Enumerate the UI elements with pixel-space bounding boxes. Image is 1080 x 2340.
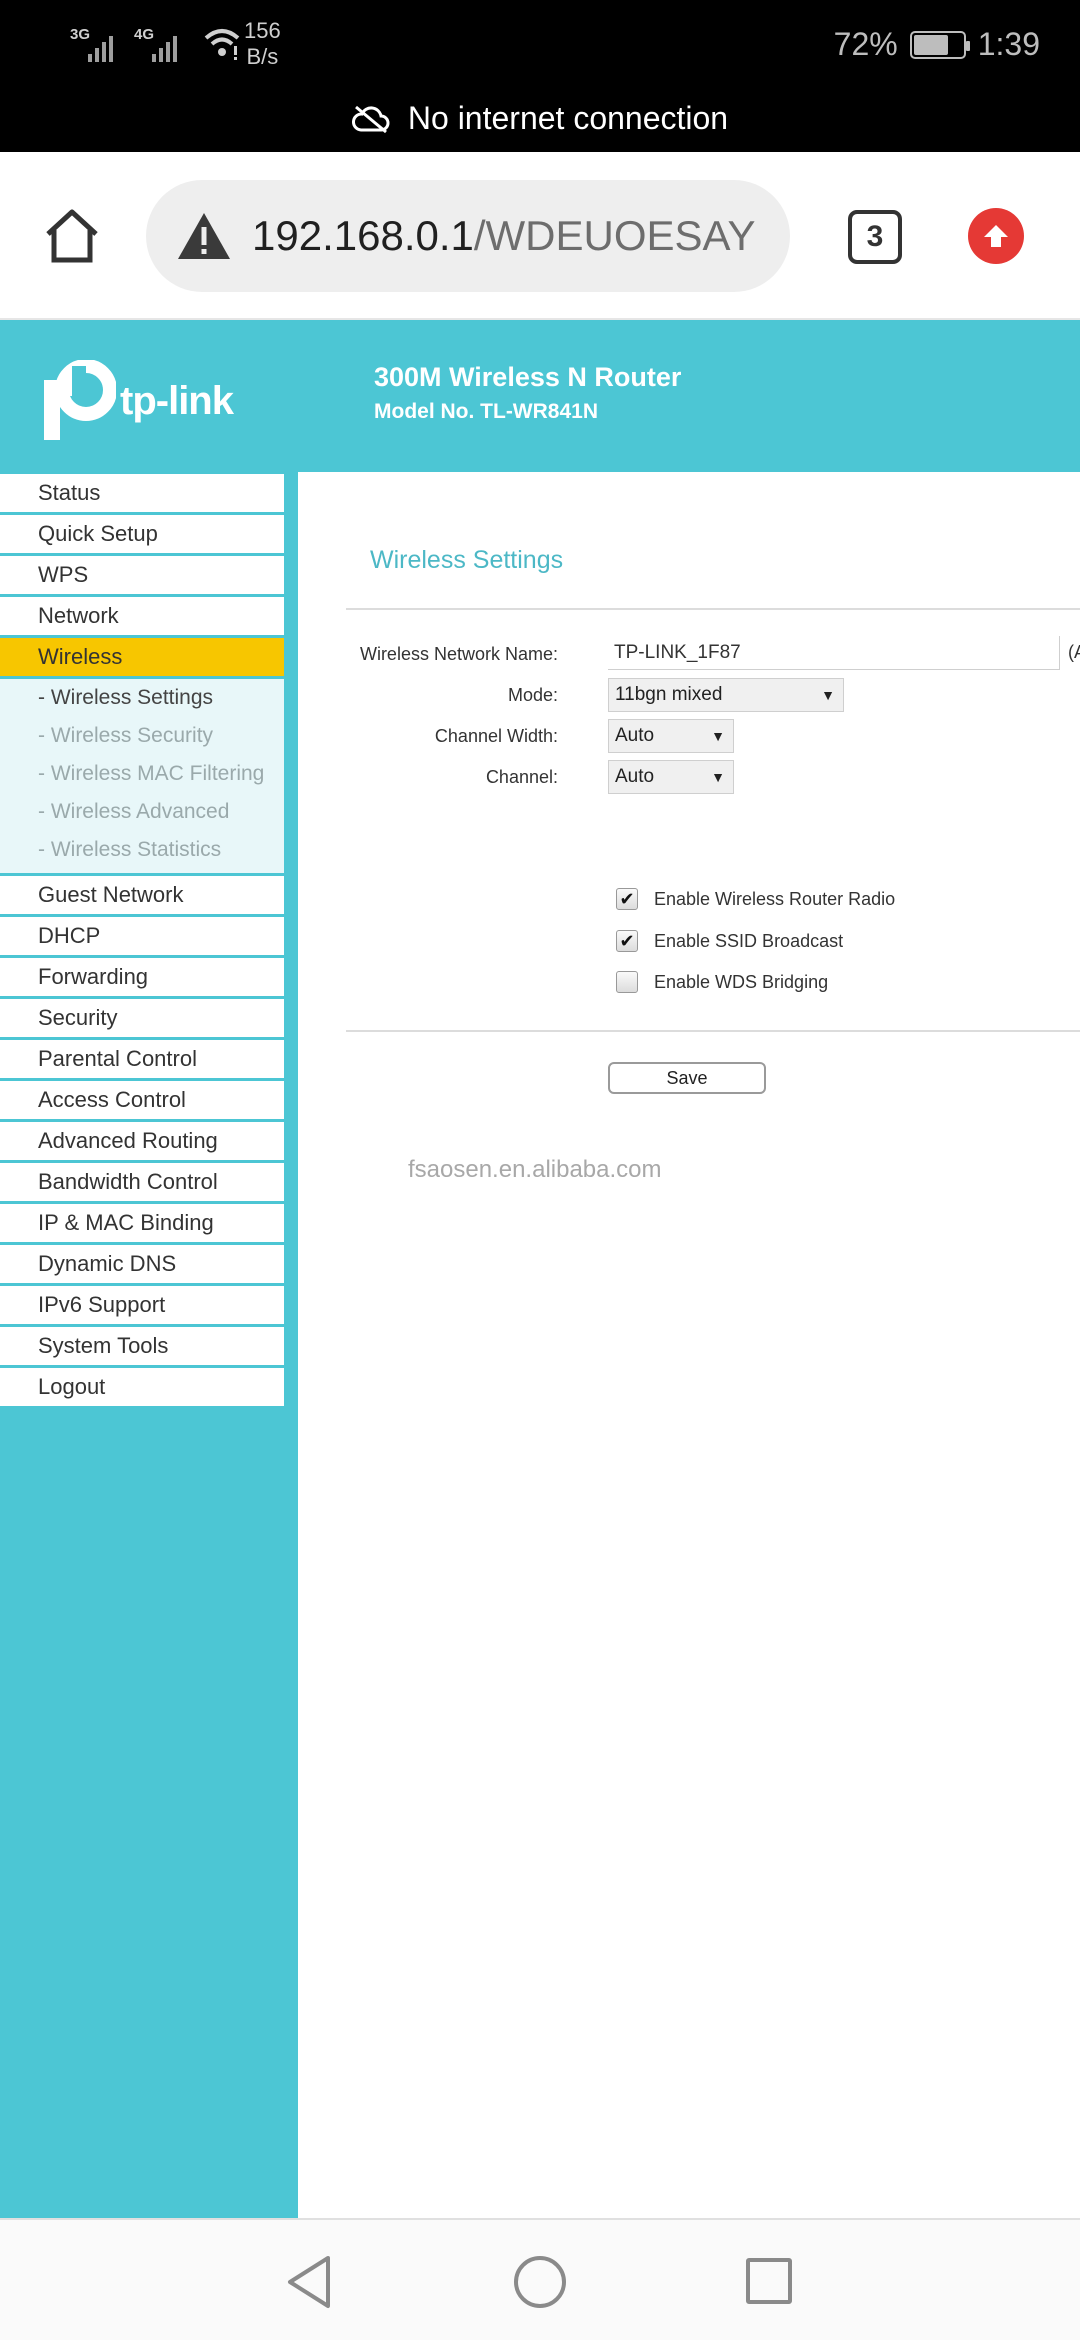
channel-width-select[interactable]: Auto ▼ bbox=[608, 719, 734, 753]
home-icon[interactable] bbox=[40, 204, 104, 268]
logo-text: tp-link bbox=[120, 378, 234, 423]
sidebar-item-wireless[interactable]: Wireless bbox=[0, 638, 284, 679]
sidebar-item-logout[interactable]: Logout bbox=[0, 1368, 284, 1409]
save-button[interactable]: Save bbox=[608, 1062, 766, 1094]
watermark: fsaosen.en.alibaba.com bbox=[408, 1156, 662, 1183]
tp-link-logo: tp-link bbox=[36, 360, 234, 442]
sidebar-item-bandwidth-control[interactable]: Bandwidth Control bbox=[0, 1163, 284, 1204]
radio-checkbox-row: ✔ Enable Wireless Router Radio bbox=[616, 888, 895, 910]
sidebar-item-guest-network[interactable]: Guest Network bbox=[0, 876, 284, 917]
sidebar: Status Quick Setup WPS Network Wireless … bbox=[0, 472, 298, 2218]
router-header: tp-link 300M Wireless N Router Model No.… bbox=[0, 320, 1080, 472]
mode-select[interactable]: 11bgn mixed ▼ bbox=[608, 678, 844, 712]
battery-fill bbox=[913, 34, 949, 55]
ssid-broadcast-checkbox-row: ✔ Enable SSID Broadcast bbox=[616, 930, 843, 952]
signal-type-label: 3G bbox=[70, 26, 91, 43]
mode-label: Mode: bbox=[507, 685, 558, 705]
sidebar-item-security[interactable]: Security bbox=[0, 999, 284, 1040]
ssid-suffix: (A bbox=[1068, 642, 1080, 662]
speed-unit: B/s bbox=[246, 44, 279, 69]
tp-link-logo-mark bbox=[44, 360, 116, 440]
ssid-broadcast-checkbox-label: Enable SSID Broadcast bbox=[654, 930, 844, 951]
subitem-wireless-advanced[interactable]: - Wireless Advanced bbox=[0, 793, 284, 831]
channel-select[interactable]: Auto ▼ bbox=[608, 760, 734, 794]
home-circle-icon[interactable] bbox=[514, 2256, 566, 2308]
sidebar-item-network[interactable]: Network bbox=[0, 597, 284, 638]
subitem-wireless-settings[interactable]: - Wireless Settings bbox=[0, 679, 284, 717]
battery-icon bbox=[909, 30, 970, 59]
dropdown-arrow-icon: ▼ bbox=[711, 769, 725, 785]
clock: 1:39 bbox=[977, 26, 1040, 62]
signal-icon: 3G bbox=[70, 22, 128, 62]
update-button[interactable] bbox=[968, 208, 1024, 264]
dropdown-arrow-icon: ▼ bbox=[711, 728, 725, 744]
ssid-label: Wireless Network Name: bbox=[359, 644, 558, 664]
cloud-off-icon bbox=[351, 105, 390, 133]
divider bbox=[346, 608, 1080, 610]
sidebar-item-wps[interactable]: WPS bbox=[0, 556, 284, 597]
sidebar-item-forwarding[interactable]: Forwarding bbox=[0, 958, 284, 999]
radio-checkbox-label: Enable Wireless Router Radio bbox=[654, 888, 896, 909]
sidebar-item-ip-mac-binding[interactable]: IP & MAC Binding bbox=[0, 1204, 284, 1245]
dropdown-arrow-icon: ▼ bbox=[821, 687, 835, 703]
update-arrow-icon bbox=[984, 225, 1008, 247]
wds-checkbox-label: Enable WDS Bridging bbox=[654, 971, 829, 992]
sidebar-item-advanced-routing[interactable]: Advanced Routing bbox=[0, 1122, 284, 1163]
mode-value: 11bgn mixed bbox=[615, 684, 723, 705]
sidebar-item-parental-control[interactable]: Parental Control bbox=[0, 1040, 284, 1081]
status-bar: 3G 4G 156 B/s 72% 1:39 No internet conne… bbox=[0, 0, 1080, 152]
sidebar-menu: Status Quick Setup WPS Network Wireless … bbox=[0, 474, 284, 1409]
radio-checkbox[interactable]: ✔ bbox=[616, 888, 638, 910]
ssid-broadcast-checkbox[interactable]: ✔ bbox=[616, 930, 638, 952]
network-speed: 156 B/s bbox=[244, 18, 281, 70]
back-icon[interactable] bbox=[284, 2254, 334, 2310]
channel-width-label: Channel Width: bbox=[434, 726, 558, 746]
battery-percent: 72% bbox=[833, 26, 898, 62]
address-bar[interactable]: 192.168.0.1/WDEUOESAY bbox=[146, 180, 790, 292]
ssid-input[interactable]: TP-LINK_1F87 bbox=[608, 636, 1060, 670]
main-content: Wireless Settings Wireless Network Name:… bbox=[298, 472, 1080, 2218]
channel-value: Auto bbox=[615, 766, 655, 787]
signal-type-label: 4G bbox=[134, 26, 155, 43]
warning-icon[interactable] bbox=[176, 210, 232, 262]
wireless-submenu: - Wireless Settings - Wireless Security … bbox=[0, 679, 284, 876]
status-right: 72% 1:39 bbox=[834, 26, 1040, 63]
sidebar-item-system-tools[interactable]: System Tools bbox=[0, 1327, 284, 1368]
url-text[interactable]: 192.168.0.1/WDEUOESAY bbox=[252, 212, 755, 260]
signal-group: 3G 4G bbox=[70, 22, 242, 72]
sidebar-item-access-control[interactable]: Access Control bbox=[0, 1081, 284, 1122]
wds-checkbox-row: Enable WDS Bridging bbox=[616, 971, 828, 993]
system-nav-bar bbox=[0, 2218, 1080, 2340]
no-internet-banner: No internet connection bbox=[0, 100, 1080, 137]
speed-value: 156 bbox=[244, 18, 281, 43]
sidebar-item-dhcp[interactable]: DHCP bbox=[0, 917, 284, 958]
browser-toolbar: 192.168.0.1/WDEUOESAY 3 bbox=[0, 152, 1080, 320]
channel-label: Channel: bbox=[485, 767, 558, 787]
network-message: No internet connection bbox=[407, 100, 729, 136]
url-path: /WDEUOESAY bbox=[473, 212, 756, 259]
divider bbox=[346, 1030, 1080, 1032]
channel-width-value: Auto bbox=[615, 725, 655, 746]
wds-checkbox[interactable] bbox=[616, 971, 638, 993]
tab-count: 3 bbox=[866, 220, 884, 253]
signal-icon: 4G bbox=[134, 22, 192, 62]
recents-icon[interactable] bbox=[746, 2258, 792, 2304]
sidebar-item-ipv6-support[interactable]: IPv6 Support bbox=[0, 1286, 284, 1327]
page-title: Wireless Settings bbox=[370, 546, 564, 574]
subitem-wireless-statistics[interactable]: - Wireless Statistics bbox=[0, 831, 284, 869]
tabs-button[interactable]: 3 bbox=[848, 210, 902, 264]
url-host: 192.168.0.1 bbox=[252, 212, 474, 259]
sidebar-item-quick-setup[interactable]: Quick Setup bbox=[0, 515, 284, 556]
subitem-wireless-mac-filtering[interactable]: - Wireless MAC Filtering bbox=[0, 755, 284, 793]
sidebar-item-status[interactable]: Status bbox=[0, 474, 284, 515]
sidebar-item-dynamic-dns[interactable]: Dynamic DNS bbox=[0, 1245, 284, 1286]
wifi-icon bbox=[204, 29, 240, 60]
router-model: Model No. TL-WR841N bbox=[374, 400, 598, 423]
router-title: 300M Wireless N Router bbox=[374, 362, 682, 392]
subitem-wireless-security[interactable]: - Wireless Security bbox=[0, 717, 284, 755]
